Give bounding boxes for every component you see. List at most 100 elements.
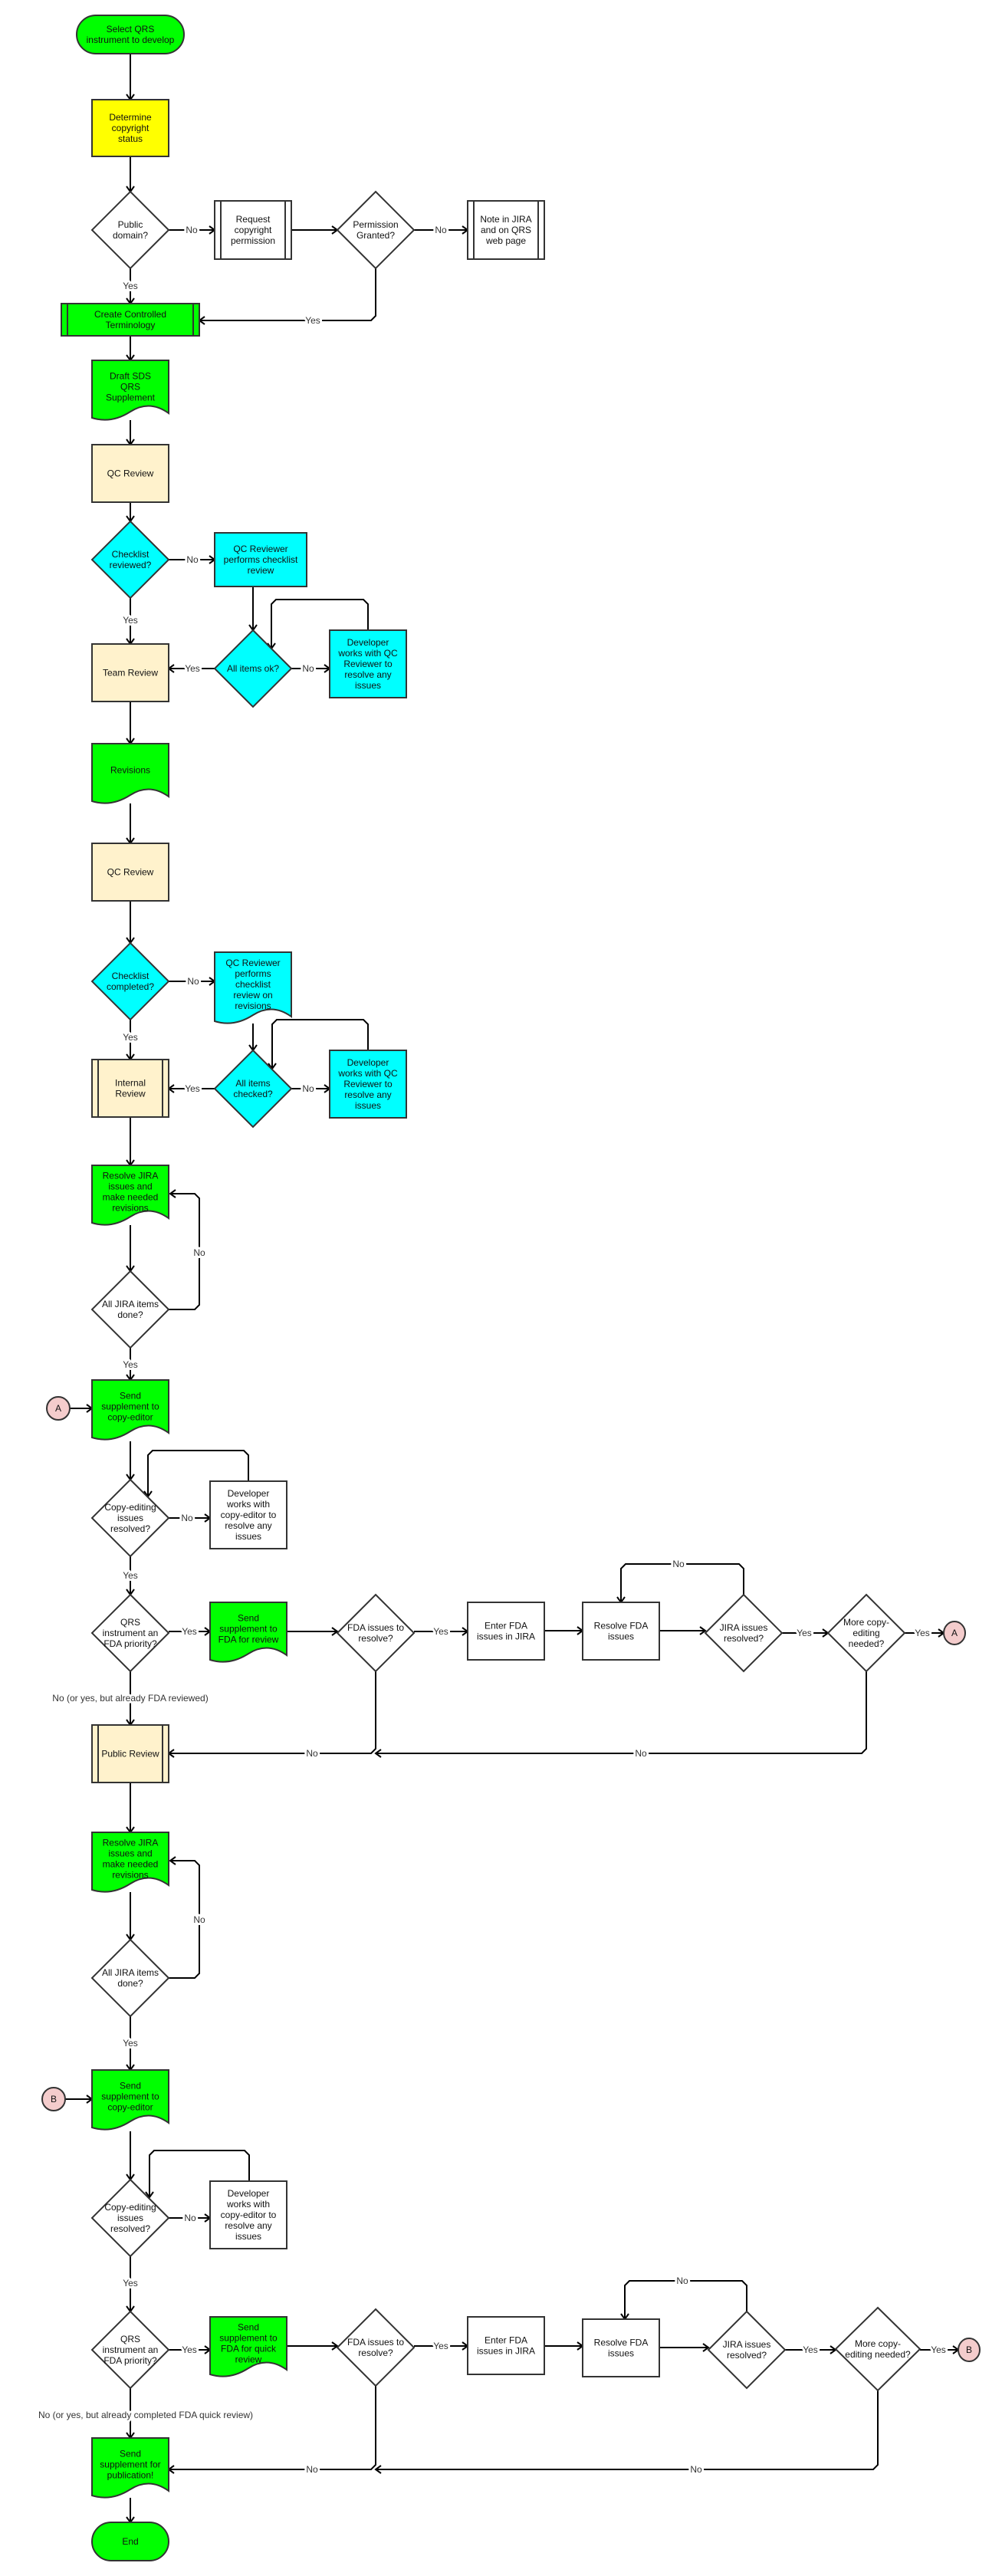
flow-node-resfda2[interactable]: Resolve FDA issues xyxy=(582,2318,660,2377)
flow-node-allchecked[interactable]: All items checked? xyxy=(213,1049,293,1129)
node-label-line: reviewed? xyxy=(110,560,152,570)
flow-node-fdaiss1[interactable]: FDA issues to resolve? xyxy=(336,1593,416,1673)
flow-node-copyed2[interactable]: Copy-editing issues resolved? xyxy=(90,2178,170,2258)
node-label-line: domain? xyxy=(113,230,148,241)
node-label-line: issues xyxy=(355,680,381,691)
edge-label: No (or yes, but already completed FDA qu… xyxy=(38,2410,253,2420)
node-label-line: Team Review xyxy=(103,668,158,678)
flow-node-publicreview[interactable]: Public Review xyxy=(91,1724,169,1783)
flow-node-jirares2[interactable]: JIRA issues resolved? xyxy=(707,2310,787,2390)
node-label-line: resolved? xyxy=(110,1523,150,1534)
node-label-line: resolved? xyxy=(727,2350,767,2361)
node-label-line: Send xyxy=(238,2322,259,2333)
edge-label: Yes xyxy=(305,315,320,326)
flow-node-qc2[interactable]: QC Review xyxy=(91,843,169,902)
node-label-line: supplement to xyxy=(101,1401,159,1412)
flow-node-revisions[interactable]: Revisions xyxy=(91,743,169,804)
flow-node-fdaiss2[interactable]: FDA issues to resolve? xyxy=(336,2308,416,2387)
node-label-line: review on xyxy=(233,990,272,1001)
edge-label: Yes xyxy=(182,2344,197,2355)
edge-label: No xyxy=(186,225,198,235)
flow-node-jirares1[interactable]: JIRA issues resolved? xyxy=(704,1593,784,1673)
edge-label: Yes xyxy=(123,1032,138,1043)
flow-node-devce1[interactable]: Developer works with copy-editor to resolve… xyxy=(209,1480,287,1549)
edge-label: Yes xyxy=(915,1628,930,1638)
flow-node-note[interactable]: Note in JIRA and on QRS web page xyxy=(467,200,545,260)
node-label-line: resolve any xyxy=(225,2220,271,2231)
node-label-line: FDA priority? xyxy=(103,1638,157,1649)
node-label-line: resolved? xyxy=(724,1633,764,1644)
flow-node-determine[interactable]: Determine copyright status xyxy=(91,99,169,157)
flow-node-more1[interactable]: More copy-editing needed? xyxy=(826,1593,906,1673)
flow-node-draft[interactable]: Draft SDS QRS Supplement xyxy=(91,360,169,421)
flow-node-resolve1[interactable]: Resolve JIRA issues and make needed revisio… xyxy=(91,1165,169,1226)
node-label-line: works with QC xyxy=(337,1068,398,1079)
node-label: JIRA issues resolved? xyxy=(720,1622,768,1644)
flow-node-connA1[interactable]: A xyxy=(46,1396,71,1421)
flow-node-dev2[interactable]: Developer works with QC Reviewer to resolve… xyxy=(329,1050,407,1119)
flow-node-team[interactable]: Team Review xyxy=(91,643,169,702)
flow-node-enter1[interactable]: Enter FDA issues in JIRA xyxy=(467,1602,545,1661)
flow-node-more2[interactable]: More copy-editing needed? xyxy=(834,2306,922,2392)
edges-layer xyxy=(65,54,960,2524)
flow-node-prio1[interactable]: QRS instrument an FDA priority? xyxy=(90,1593,170,1673)
node-label: Enter FDA issues in JIRA xyxy=(477,2335,535,2357)
flow-node-copyed1[interactable]: Copy-editing issues resolved? xyxy=(90,1478,170,1558)
flow-node-checklist2[interactable]: Checklist completed? xyxy=(90,941,170,1021)
node-label-line: make needed xyxy=(103,1859,159,1870)
flow-node-alljira1[interactable]: All JIRA items done? xyxy=(90,1270,170,1349)
flow-node-devce2[interactable]: Developer works with copy-editor to resolve… xyxy=(209,2180,287,2249)
node-label-line: A xyxy=(951,1628,958,1638)
flow-node-prio2[interactable]: QRS instrument an FDA priority? xyxy=(90,2310,170,2390)
flow-node-connB2[interactable]: B xyxy=(958,2338,981,2362)
node-label-line: done? xyxy=(117,1309,143,1320)
node-label-line: Reviewer to xyxy=(343,659,393,669)
flow-node-qcr2[interactable]: QC Reviewer performs checklist review on rev… xyxy=(214,951,292,1024)
flow-node-permission[interactable]: Permission Granted? xyxy=(336,190,416,270)
flow-node-request[interactable]: Request copyright permission xyxy=(214,200,292,260)
flow-node-alljira2[interactable]: All JIRA items done? xyxy=(90,1938,170,2018)
flow-node-qc1[interactable]: QC Review xyxy=(91,444,169,503)
node-label-line: permission xyxy=(231,235,275,246)
flow-node-end[interactable]: End xyxy=(91,2522,169,2561)
node-label-line: resolve any xyxy=(344,1089,391,1100)
node-label-line: B xyxy=(51,2094,57,2104)
flow-node-start[interactable]: Select QRS instrument to develop xyxy=(76,15,185,54)
flow-node-connA2[interactable]: A xyxy=(943,1621,966,1645)
node-label: Public Review xyxy=(101,1749,159,1760)
flow-node-sendfda2[interactable]: Send supplement to FDA for quick review xyxy=(209,2316,287,2377)
flow-node-enter2[interactable]: Enter FDA issues in JIRA xyxy=(467,2316,545,2375)
connector-arrow-more1-to-publicreview xyxy=(374,1671,867,1758)
flow-node-public[interactable]: Public domain? xyxy=(90,190,170,270)
flow-node-send2[interactable]: Send supplement to copy-editor xyxy=(91,2069,169,2131)
node-label-line: Resolve JIRA xyxy=(103,1838,159,1848)
edge-label: No xyxy=(186,554,199,565)
flow-node-send1[interactable]: Send supplement to copy-editor xyxy=(91,1379,169,1441)
node-label-line: Send xyxy=(238,1613,259,1624)
node-label-line: issues xyxy=(608,1631,634,1642)
node-label: B xyxy=(51,2094,57,2104)
flow-node-sendfda1[interactable]: Send supplement to FDA for review xyxy=(209,1602,287,1663)
node-label-line: issues xyxy=(608,2348,634,2359)
node-label: Note in JIRA and on QRS web page xyxy=(480,214,531,246)
node-label-line: Permission xyxy=(353,219,398,230)
flow-node-qcr1[interactable]: QC Reviewer performs checklist review xyxy=(214,532,307,587)
edge-label: No xyxy=(306,1748,318,1759)
node-label-line: review xyxy=(248,565,274,576)
node-label-line: Select QRS xyxy=(107,24,155,34)
edge-label: Yes xyxy=(797,1628,812,1638)
flow-node-create[interactable]: Create Controlled Terminology xyxy=(61,303,200,337)
flow-node-dev1[interactable]: Developer works with QC Reviewer to resolve… xyxy=(329,629,407,698)
flow-node-allok[interactable]: All items ok? xyxy=(213,629,293,708)
edge-label: No xyxy=(676,2275,688,2286)
flow-node-resolve2[interactable]: Resolve JIRA issues and make needed revisio… xyxy=(91,1832,169,1893)
flow-node-connB1[interactable]: B xyxy=(41,2087,66,2111)
flow-node-internal[interactable]: Internal Review xyxy=(91,1059,169,1118)
node-label-line: supplement to xyxy=(219,1624,278,1635)
edge-label: Yes xyxy=(433,1626,448,1637)
flow-node-checklist1[interactable]: Checklist reviewed? xyxy=(90,520,170,600)
node-label: A xyxy=(55,1403,61,1414)
flow-node-publication[interactable]: Send supplement for publication! xyxy=(91,2437,169,2499)
edge-label: Yes xyxy=(123,1570,138,1581)
flow-node-resfda1[interactable]: Resolve FDA issues xyxy=(582,1602,660,1661)
